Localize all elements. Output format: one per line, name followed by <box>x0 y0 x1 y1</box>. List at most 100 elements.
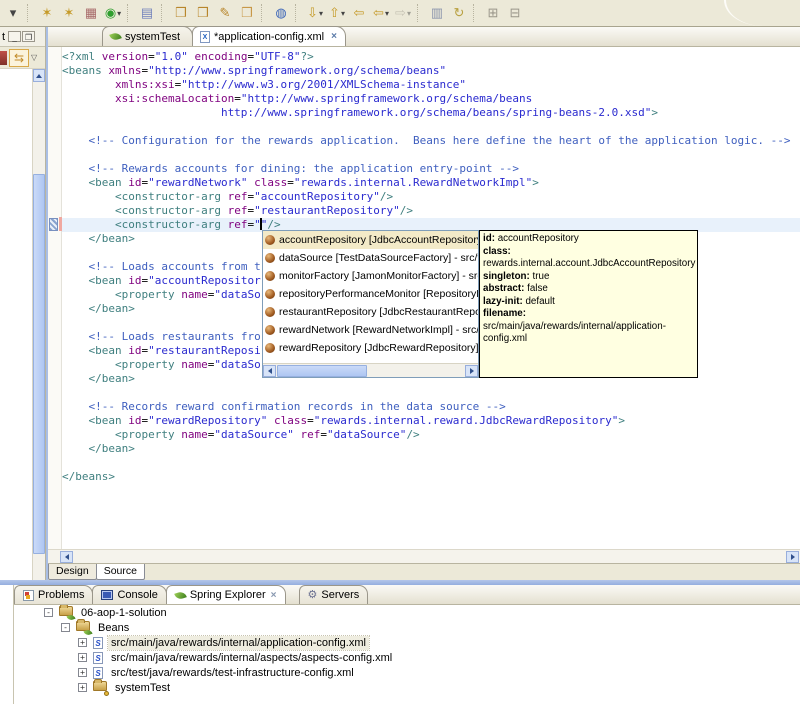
collapse-all-icon[interactable]: ⊟ <box>505 3 525 23</box>
left-view-scrollbar[interactable] <box>32 69 45 580</box>
tree-row[interactable]: + Ssrc/test/java/rewards/test-infrastruct… <box>14 665 800 680</box>
show-view-icon[interactable]: ▤ <box>137 3 157 23</box>
last-edit-location-icon[interactable]: ⇦ <box>349 3 369 23</box>
scroll-left-icon[interactable] <box>60 551 73 563</box>
content-assist-popup[interactable]: accountRepository [JdbcAccountRepository… <box>262 230 479 378</box>
new-class-wizard-icon[interactable]: ✶ <box>59 3 79 23</box>
code-line[interactable]: <constructor-arg ref="restaurantReposito… <box>62 204 800 218</box>
popup-scrollbar-thumb[interactable] <box>277 365 367 377</box>
open-folder-icon[interactable]: ❒ <box>237 3 257 23</box>
completion-proposal[interactable]: repositoryPerformanceMonitor [Repository… <box>263 285 478 303</box>
code-line[interactable]: <!-- Configuration for the rewards appli… <box>62 134 800 148</box>
expand-icon[interactable]: + <box>78 638 87 647</box>
code-line[interactable] <box>62 148 800 162</box>
editor-hscrollbar[interactable] <box>48 549 800 563</box>
code-line[interactable]: <bean id="rewardRepository" class="rewar… <box>62 414 800 428</box>
toolbar-separator <box>27 4 33 22</box>
code-line[interactable]: <bean id="rewardNetwork" class="rewards.… <box>62 176 800 190</box>
code-line[interactable] <box>62 120 800 134</box>
completion-proposal[interactable]: accountRepository [JdbcAccountRepository… <box>263 231 478 249</box>
left-view-content[interactable] <box>0 69 32 580</box>
code-line[interactable]: <!-- Rewards accounts for dining: the ap… <box>62 162 800 176</box>
view-menu-caret-icon[interactable]: ▽ <box>31 53 37 62</box>
collapse-icon[interactable]: - <box>61 623 70 632</box>
tab-spring-explorer[interactable]: Spring Explorer × <box>165 585 286 604</box>
tab-source[interactable]: Source <box>95 564 145 580</box>
open-type-icon[interactable]: ❒ <box>171 3 191 23</box>
link-with-editor-icon[interactable]: ⇆ <box>9 48 29 67</box>
pin-editor-icon[interactable]: ▥ <box>427 3 447 23</box>
scroll-up-icon[interactable] <box>33 69 45 82</box>
tree-item-label: src/main/java/rewards/internal/applicati… <box>107 634 370 651</box>
tree-row[interactable]: + Ssrc/main/java/rewards/internal/aspects… <box>14 650 800 665</box>
expand-all-icon[interactable]: ⊞ <box>483 3 503 23</box>
toolbar-caret-icon[interactable]: ▾ <box>3 3 23 23</box>
code-line[interactable]: xsi:schemaLocation="http://www.springfra… <box>62 92 800 106</box>
tree-item-label: src/test/java/rewards/test-infrastructur… <box>111 666 354 679</box>
expand-icon[interactable]: + <box>78 668 87 677</box>
expand-icon[interactable]: + <box>78 683 87 692</box>
maximize-view-button[interactable]: ❒ <box>22 31 36 42</box>
back-history-icon[interactable]: ⇦ ▾ <box>371 3 391 23</box>
scrollbar-thumb[interactable] <box>33 174 45 554</box>
tab-design[interactable]: Design <box>48 564 97 580</box>
main-toolbar: ▾ ✶ ✶ ▦ ◉ ▾ ▤ ❒ ❒ ✎ ❒ ◍ ⇩ ▾ ⇧ ▾ ⇦ ⇦ ▾ ⇨ ▾ ▥ ↻ ⊞ ⊟ <box>0 0 800 27</box>
annotation-ruler[interactable] <box>48 47 62 549</box>
code-line[interactable] <box>62 456 800 470</box>
open-resource-icon[interactable]: ❒ <box>193 3 213 23</box>
completion-proposal[interactable]: dataSource [TestDataSourceFactory] - src… <box>263 249 478 267</box>
left-view-tabrow: t _ ❒ <box>0 27 45 47</box>
run-icon[interactable]: ◉ ▾ <box>103 3 123 23</box>
popup-scroll-right-icon[interactable] <box>465 365 478 377</box>
code-line[interactable]: http://www.springframework.org/schema/be… <box>62 106 800 120</box>
spring-explorer-tree[interactable]: - 06-aop-1-solution - Beans + Ssrc/main/java/… <box>14 605 800 704</box>
expand-icon[interactable]: + <box>78 653 87 662</box>
dropdown-caret-icon[interactable]: ▾ <box>319 9 323 18</box>
scroll-right-icon[interactable] <box>786 551 799 563</box>
popup-scroll-left-icon[interactable] <box>263 365 276 377</box>
code-line[interactable]: <!-- Records reward confirmation records… <box>62 400 800 414</box>
completion-proposal[interactable]: rewardNetwork [RewardNetworkImpl] - src/… <box>263 321 478 339</box>
editor-tab--application-config-xml[interactable]: X *application-config.xml × <box>192 26 346 46</box>
completion-proposal[interactable]: restaurantRepository [JdbcRestaurantRepo… <box>263 303 478 321</box>
editor-history-icon[interactable]: ↻ <box>449 3 469 23</box>
completion-proposal[interactable]: monitorFactory [JamonMonitorFactory] - s… <box>263 267 478 285</box>
code-line[interactable]: <constructor-arg ref="accountRepository"… <box>62 190 800 204</box>
dropdown-caret-icon[interactable]: ▾ <box>407 9 411 18</box>
servers-icon: ⚙ <box>307 588 318 601</box>
code-line[interactable]: <?xml version="1.0" encoding="UTF-8"?> <box>62 50 800 64</box>
web-browser-icon[interactable]: ◍ <box>271 3 291 23</box>
tree-row[interactable]: - 06-aop-1-solution <box>14 605 800 622</box>
code-line[interactable]: <property name="dataSource" ref="dataSou… <box>62 428 800 442</box>
code-line[interactable]: xmlns:xsi="http://www.w3.org/2001/XMLSch… <box>62 78 800 92</box>
close-icon[interactable]: × <box>331 31 337 42</box>
toolbar-separator <box>473 4 479 22</box>
previous-annotation-icon[interactable]: ⇧ ▾ <box>327 3 347 23</box>
next-annotation-icon[interactable]: ⇩ ▾ <box>305 3 325 23</box>
new-bean-wizard-icon[interactable]: ✶ <box>37 3 57 23</box>
dropdown-caret-icon[interactable]: ▾ <box>385 9 389 18</box>
dropdown-caret-icon[interactable]: ▾ <box>341 9 345 18</box>
code-line[interactable]: </bean> <box>62 442 800 456</box>
editor-tab-label: systemTest <box>125 30 181 43</box>
tree-row[interactable]: + systemTest <box>14 679 800 696</box>
tab-console[interactable]: Console <box>92 585 167 604</box>
collapse-icon[interactable]: - <box>44 608 53 617</box>
tree-row[interactable]: + Ssrc/main/java/rewards/internal/applica… <box>14 634 800 651</box>
close-icon[interactable]: × <box>271 590 277 601</box>
dropdown-caret-icon[interactable]: ▾ <box>117 9 121 18</box>
forward-history-icon[interactable]: ⇨ ▾ <box>393 3 413 23</box>
left-view-tab[interactable]: t <box>0 29 7 45</box>
tab-problems[interactable]: Problems <box>14 585 94 604</box>
popup-hscrollbar[interactable] <box>263 363 478 377</box>
tree-row[interactable]: - Beans <box>14 619 800 637</box>
minimize-view-button[interactable]: _ <box>8 31 22 42</box>
code-line[interactable]: <beans xmlns="http://www.springframework… <box>62 64 800 78</box>
plugin-icon[interactable]: ▦ <box>81 3 101 23</box>
tab-servers[interactable]: ⚙ Servers <box>298 585 369 604</box>
code-line[interactable] <box>62 386 800 400</box>
code-line[interactable]: </beans> <box>62 470 800 484</box>
editor-tab-systemTest[interactable]: systemTest <box>102 26 194 46</box>
annotate-icon[interactable]: ✎ <box>215 3 235 23</box>
completion-proposal[interactable]: rewardRepository [JdbcRewardRepository] … <box>263 339 478 357</box>
